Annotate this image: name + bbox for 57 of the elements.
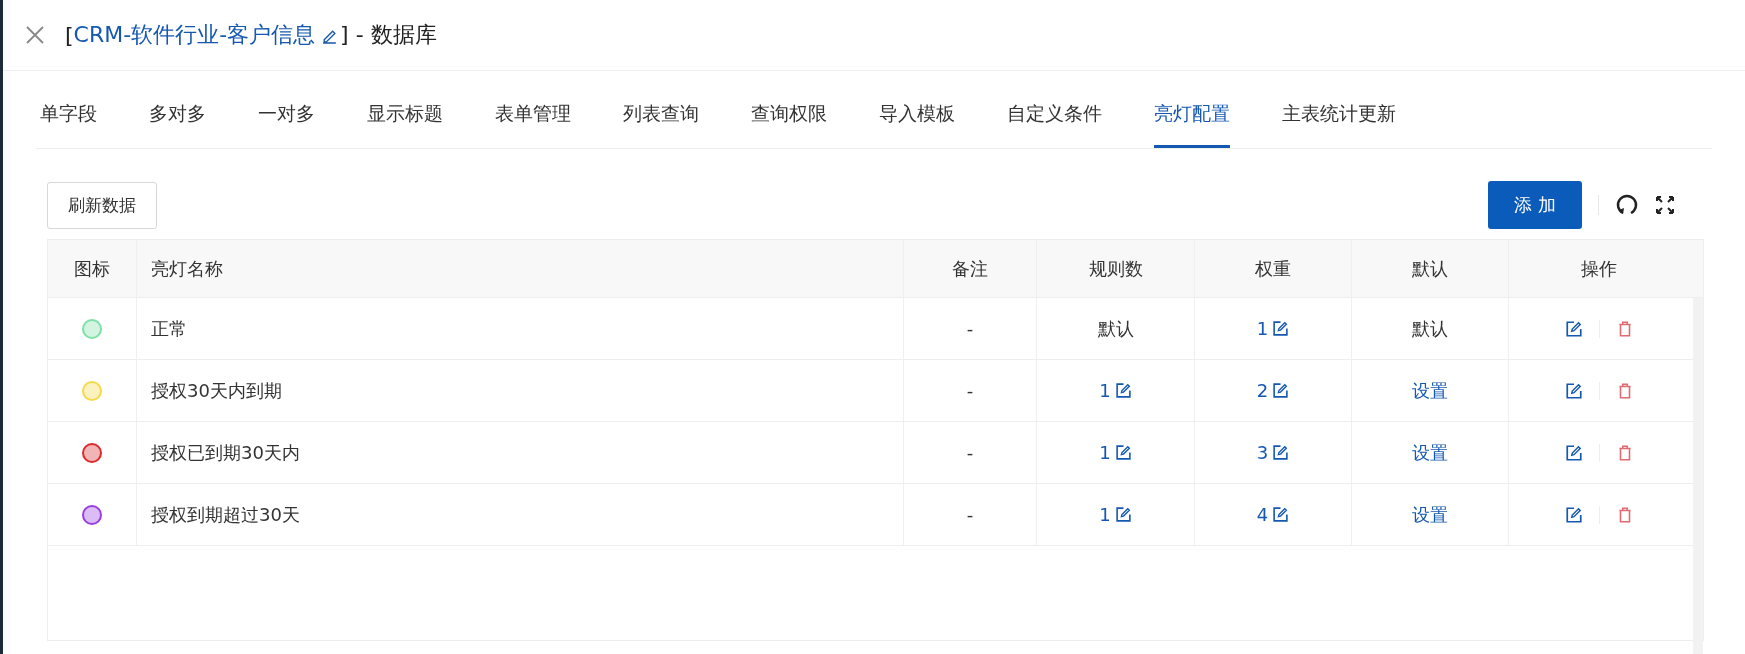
cell-text: 默认 [1412,316,1448,341]
edit-icon[interactable] [1564,505,1583,524]
edit-link[interactable]: 4 [1256,504,1269,525]
tab[interactable]: 多对多 [149,89,206,148]
edit-icon[interactable] [1114,382,1132,399]
column-header: 权重 [1255,256,1291,281]
remark: - [966,442,974,463]
remark: - [966,504,974,525]
edit-icon[interactable] [1272,506,1290,523]
column-header: 规则数 [1088,256,1143,281]
tab[interactable]: 显示标题 [367,89,443,148]
edit-link[interactable]: 2 [1256,380,1269,401]
light-name: 授权已到期30天内 [151,440,300,465]
edit-link[interactable]: 1 [1099,442,1111,463]
edit-link[interactable]: 3 [1256,442,1269,463]
cell-text: 默认 [1097,316,1134,341]
window-title: ] - 数据库 [340,21,437,49]
edit-link[interactable]: 1 [1099,380,1111,401]
tab[interactable]: 一对多 [258,89,315,148]
tab[interactable]: 表单管理 [495,89,571,148]
tab[interactable]: 单字段 [40,89,97,148]
set-link[interactable]: 设置 [1412,440,1448,465]
edit-icon[interactable] [1564,381,1583,400]
reload-icon[interactable] [1615,193,1639,217]
edit-icon[interactable] [1564,319,1583,338]
tab[interactable]: 自定义条件 [1007,89,1102,148]
window-title: [ [65,22,74,48]
tab[interactable]: 亮灯配置 [1154,89,1230,148]
edit-link[interactable]: 1 [1099,504,1111,525]
tab[interactable]: 查询权限 [751,89,827,148]
remark: - [966,380,974,401]
fullscreen-icon[interactable] [1655,195,1675,215]
column-header: 备注 [952,256,988,281]
edit-icon[interactable] [1564,443,1583,462]
edit-icon[interactable] [1272,382,1290,399]
set-link[interactable]: 设置 [1412,502,1448,527]
edit-icon[interactable] [1114,506,1132,523]
remark: - [966,318,974,339]
tab[interactable]: 列表查询 [623,89,699,148]
column-header: 图标 [74,256,110,281]
add-button[interactable]: 添 加 [1488,181,1582,229]
light-name: 授权到期超过30天 [151,502,300,527]
refresh-data-button[interactable]: 刷新数据 [47,181,157,229]
tab[interactable]: 主表统计更新 [1282,89,1396,148]
close-icon[interactable] [25,25,45,45]
column-header: 默认 [1412,256,1448,281]
light-name: 授权30天内到期 [151,378,282,403]
tab[interactable]: 导入模板 [879,89,955,148]
edit-link[interactable]: 1 [1256,318,1269,339]
edit-icon[interactable] [1272,320,1290,337]
column-header: 亮灯名称 [151,256,223,281]
table-name-link[interactable]: CRM-软件行业-客户信息 [73,20,316,50]
edit-icon[interactable] [1272,444,1290,461]
light-name: 正常 [151,316,187,341]
edit-icon[interactable] [1114,444,1132,461]
set-link[interactable]: 设置 [1412,378,1448,403]
column-header: 操作 [1581,256,1617,281]
